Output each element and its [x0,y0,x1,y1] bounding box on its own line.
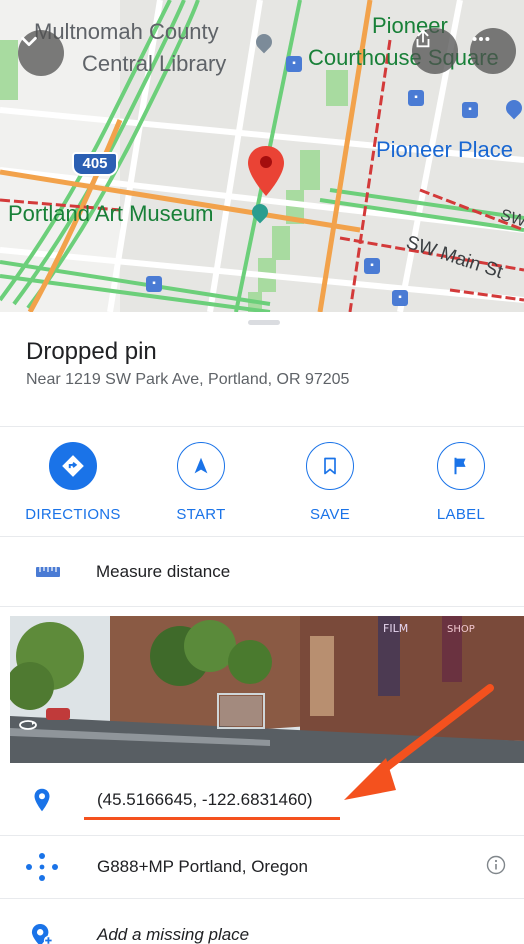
location-pin-icon [34,788,50,812]
divider [0,835,524,836]
divider [0,898,524,899]
info-icon [486,855,506,874]
flag-icon [454,457,466,475]
divider [0,606,524,607]
save-label: SAVE [309,506,351,523]
ruler-icon [36,567,60,577]
chevron-down-icon [21,36,37,47]
annotation-underline [84,817,340,820]
transit-icon: ▪ [462,102,478,118]
measure-distance-row[interactable]: Measure distance [0,547,524,597]
label-label: LABEL [436,506,486,523]
divider [0,426,524,427]
transit-icon: ▪ [146,276,162,292]
add-location-icon [31,924,53,944]
add-missing-place-label: Add a missing place [97,925,250,944]
highway-shield: 405 [72,152,118,176]
more-options-button[interactable] [470,28,516,74]
label-button[interactable]: LABEL [406,442,516,523]
street-view-image: FILM SHOP [10,616,524,763]
map-label-library-1: Multnomah County [34,19,219,44]
plus-code-info-button[interactable] [486,855,506,880]
start-button[interactable]: START [146,442,256,523]
transit-icon: ▪ [392,290,408,306]
transit-icon: ▪ [408,90,424,106]
start-label: START [176,506,226,523]
coordinates-text: (45.5166645, -122.6831460) [97,790,313,809]
map-label-library-2: Central Library [82,51,227,76]
navigation-arrow-icon [194,457,208,474]
action-bar: DIRECTIONS START SAVE LABEL [0,436,524,536]
more-horizontal-icon [472,36,490,42]
street-view-360-icon [18,718,38,737]
directions-icon [62,455,84,477]
save-button[interactable]: SAVE [275,442,385,523]
map-label-art-museum: Portland Art Museum [8,201,214,226]
collapse-button[interactable] [18,30,64,76]
sign-film: FILM [383,622,408,635]
sign-shop: SHOP [447,624,475,635]
transit-icon: ▪ [364,258,380,274]
map-view[interactable]: Multnomah County Central Library Pioneer… [0,0,524,312]
place-sheet: Dropped pin Near 1219 SW Park Ave, Portl… [0,312,524,944]
map-label-pioneer-place: Pioneer Place [376,137,513,162]
plus-code-row[interactable]: G888+MP Portland, Oregon [0,842,524,892]
plus-code-text: G888+MP Portland, Oregon [97,857,308,876]
place-address: Near 1219 SW Park Ave, Portland, OR 9720… [26,371,350,388]
place-title: Dropped pin [26,338,157,365]
drag-handle[interactable] [248,320,280,325]
share-icon [416,29,430,48]
divider [0,536,524,537]
plus-code-icon [26,853,58,881]
share-button[interactable] [412,28,458,74]
street-view-thumbnail[interactable]: FILM SHOP [10,616,524,763]
directions-button[interactable]: DIRECTIONS [18,442,128,523]
measure-distance-label: Measure distance [96,562,231,581]
bookmark-icon [324,457,336,475]
transit-icon: ▪ [286,56,302,72]
directions-label: DIRECTIONS [25,506,121,523]
add-missing-place-row[interactable]: Add a missing place [0,910,524,944]
